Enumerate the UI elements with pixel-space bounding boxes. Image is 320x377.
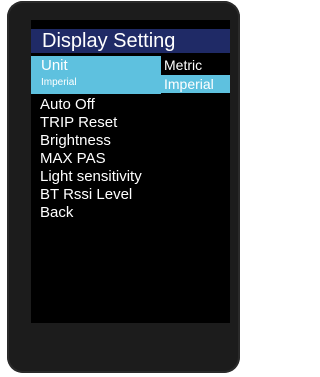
menu-item-bt-rssi-level[interactable]: BT Rssi Level — [40, 186, 142, 204]
menu-item-auto-off[interactable]: Auto Off — [40, 96, 142, 114]
unit-current-value: Imperial — [41, 77, 77, 88]
display-screen: Display Setting Unit Imperial Metric Imp… — [31, 20, 230, 323]
settings-menu: Auto Off TRIP Reset Brightness MAX PAS L… — [40, 96, 142, 222]
menu-item-trip-reset[interactable]: TRIP Reset — [40, 114, 142, 132]
unit-label: Unit — [41, 57, 68, 74]
unit-option-metric[interactable]: Metric — [161, 56, 230, 74]
menu-item-light-sensitivity[interactable]: Light sensitivity — [40, 168, 142, 186]
menu-item-back[interactable]: Back — [40, 204, 142, 222]
unit-option-imperial[interactable]: Imperial — [161, 75, 230, 93]
device-bezel: Display Setting Unit Imperial Metric Imp… — [7, 1, 240, 373]
menu-item-brightness[interactable]: Brightness — [40, 132, 142, 150]
menu-item-max-pas[interactable]: MAX PAS — [40, 150, 142, 168]
unit-setting-item[interactable]: Unit Imperial — [31, 56, 161, 94]
page-title: Display Setting — [31, 29, 230, 53]
